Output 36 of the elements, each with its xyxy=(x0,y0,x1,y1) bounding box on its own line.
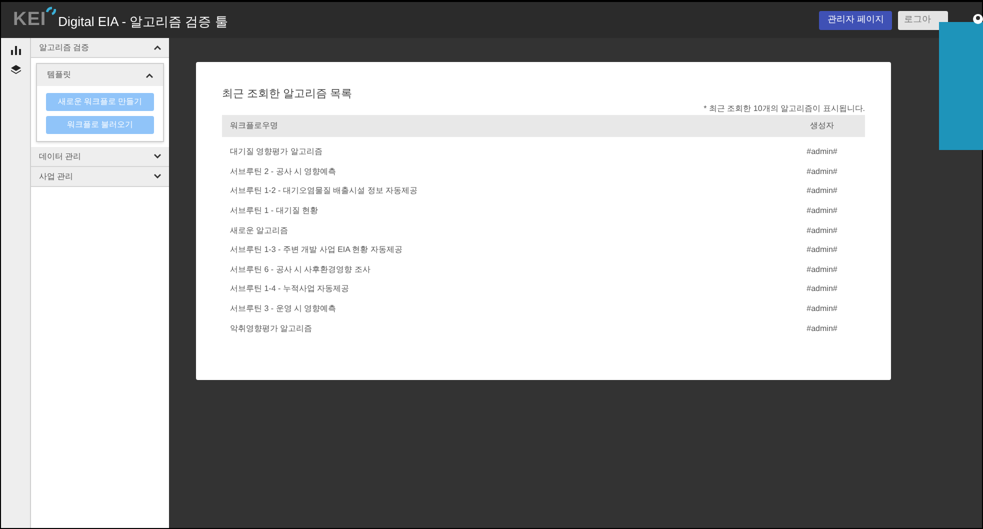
nav-section-header[interactable]: 사업 관리 xyxy=(31,167,169,187)
nav-subsection-header[interactable]: 템플릿 xyxy=(37,64,163,86)
table-cell-text: 대기질 영향평가 알고리즘 xyxy=(230,146,324,158)
card-title: 최근 조회한 알고리즘 목록 xyxy=(222,87,354,102)
table-cell-text: #admin# xyxy=(806,283,838,296)
admin-page-button[interactable]: 관리자 페이지 xyxy=(819,10,892,30)
table-cell-text: 서브루틴 1-3 - 주변 개발 사업 EIA 현황 자동제공 xyxy=(230,244,404,256)
table-cell-text: 서브루틴 2 - 공사 시 영향예측 xyxy=(230,166,338,178)
layers-icon[interactable] xyxy=(10,65,20,74)
table-cell-text: 악취영향평가 알고리즘 xyxy=(230,322,314,335)
table-cell-text: 새로운 알고리즘 xyxy=(230,224,290,237)
table-cell-text: 서브루틴 6 - 공사 시 사후환경영향 조사 xyxy=(230,264,372,276)
note-text: * 최근 조회한 10개의 알고리즘이 표시됩니다. xyxy=(704,102,865,114)
table-cell-text: #admin# xyxy=(806,244,838,256)
app-title: Digital EIA - 알고리즘 검증 툴 xyxy=(58,13,228,32)
column-header: 생성자 xyxy=(809,120,835,132)
nav-section-header[interactable]: 알고리즘 검증 xyxy=(31,38,169,58)
table-cell-text: #admin# xyxy=(806,185,838,198)
table-cell-text: 서브루틴 1-2 - 대기오염물질 배출시설 정보 자동제공 xyxy=(230,185,419,198)
logo-mark-icon xyxy=(46,6,56,16)
logo: KEI xyxy=(13,8,46,32)
table-cell-text: 서브루틴 1-4 - 누적사업 자동제공 xyxy=(230,283,350,296)
table-cell-text: #admin# xyxy=(806,303,838,316)
user-icon[interactable] xyxy=(973,14,983,24)
table-cell-text: 서브루틴 1 - 대기질 현황 xyxy=(230,205,320,218)
table-cell-text: #admin# xyxy=(806,166,838,178)
table-cell-text: #admin# xyxy=(806,224,838,237)
nav-section-header[interactable]: 데이터 관리 xyxy=(31,147,169,167)
table-cell-text: #admin# xyxy=(806,205,838,218)
logout-button[interactable]: 로그아 xyxy=(898,10,948,30)
table-cell-text: 서브루틴 3 - 운영 시 영향예측 xyxy=(230,303,338,316)
table-cell-text: #admin# xyxy=(806,322,838,335)
table-cell-text: #admin# xyxy=(806,264,838,276)
column-header: 워크플로우명 xyxy=(230,120,279,132)
table-cell-text: #admin# xyxy=(806,146,838,158)
bar-chart-icon[interactable] xyxy=(10,46,20,55)
